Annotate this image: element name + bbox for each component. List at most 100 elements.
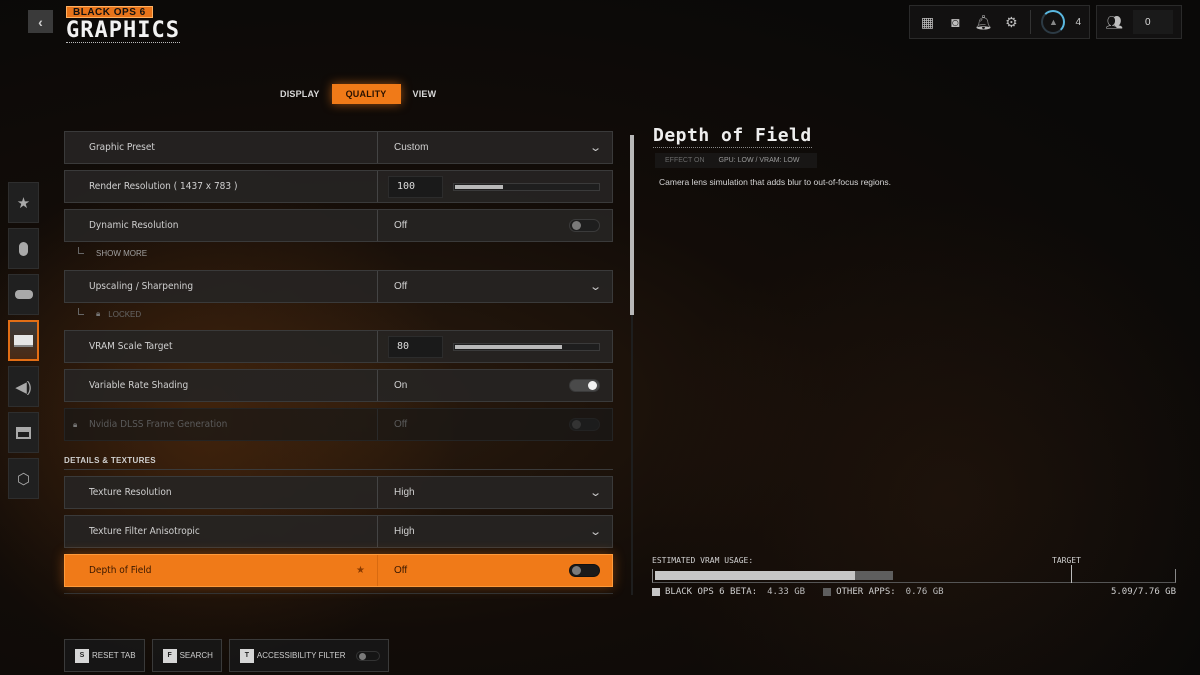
setting-upscaling-sharpening[interactable]: Upscaling / Sharpening Off ⌄ — [64, 270, 613, 303]
vram-bar-other-segment — [855, 571, 893, 580]
legend-swatch-game — [652, 588, 660, 596]
accessibility-filter-toggle[interactable] — [355, 650, 380, 661]
side-nav-interface[interactable] — [8, 412, 39, 453]
side-nav-controller[interactable] — [8, 274, 39, 315]
setting-label: Graphic Preset — [89, 142, 155, 153]
side-nav-graphics[interactable] — [8, 320, 39, 361]
legend-other-value: 0.76 GB — [905, 587, 944, 597]
settings-tabs: DISPLAY QUALITY VIEW — [272, 84, 444, 104]
tab-view[interactable]: VIEW — [405, 85, 445, 103]
legend-game-value: 4.33 GB — [767, 587, 806, 597]
network-icon: ⬡ — [16, 470, 31, 488]
toggle-knob — [572, 221, 581, 230]
toggle-knob — [572, 420, 581, 429]
section-header-details-textures: DETAILS & TEXTURES — [64, 456, 613, 470]
dynamic-resolution-toggle[interactable] — [569, 219, 600, 232]
legend-game-label: BLACK OPS 6 BETA: — [665, 587, 758, 597]
toolbar-group-party: 👥︎ 0 — [1096, 5, 1182, 39]
setting-depth-of-field[interactable]: Depth of Field ★ Off — [64, 554, 613, 587]
vram-scale-slider[interactable] — [453, 342, 600, 351]
toggle-knob — [572, 566, 581, 575]
toggle-knob — [588, 381, 597, 390]
setting-graphic-preset[interactable]: Graphic Preset Custom ⌄ — [64, 131, 613, 164]
party-icon[interactable]: 👥︎ — [1105, 13, 1123, 31]
chevron-down-icon[interactable]: ⌄ — [589, 486, 602, 499]
setting-label: VRAM Scale Target — [89, 341, 173, 352]
vram-bar — [652, 565, 1176, 583]
progress-ring-icon[interactable]: ▲ — [1041, 10, 1066, 34]
setting-label: Depth of Field — [89, 565, 152, 576]
accessibility-filter-label: ACCESSIBILITY FILTER — [256, 651, 346, 660]
page-header: BLACK OPS 6 GRAPHICS — [66, 2, 180, 43]
legend-game: BLACK OPS 6 BETA: 4.33 GB — [652, 587, 805, 597]
effect-on-label: EFFECT ON — [665, 157, 705, 164]
search-label: SEARCH — [179, 651, 213, 660]
vram-total: 5.09/7.76 GB — [1110, 587, 1176, 597]
favorite-star-icon[interactable]: ★ — [356, 565, 365, 576]
vram-scale-input[interactable]: 80 — [388, 335, 443, 358]
setting-vram-scale-target[interactable]: VRAM Scale Target 80 — [64, 330, 613, 363]
setting-detail-panel: Depth of Field EFFECT ON GPU: LOW / VRAM… — [653, 125, 1173, 187]
graphics-monitor-icon — [14, 334, 33, 347]
mouse-icon — [19, 241, 28, 256]
vram-legend: BLACK OPS 6 BETA: 4.33 GB OTHER APPS: 0.… — [652, 587, 1176, 597]
toggle-knob — [358, 652, 366, 660]
side-nav: ★ ◀) ⬡ — [8, 182, 39, 499]
bell-icon[interactable]: 🔔︎ — [974, 13, 993, 31]
lock-icon: 🔒︎ — [96, 309, 101, 318]
reset-tab-button[interactable]: S RESET TAB — [64, 639, 145, 672]
slider-fill — [455, 344, 563, 349]
list-end-divider — [64, 593, 613, 594]
side-nav-audio[interactable]: ◀) — [8, 366, 39, 407]
variable-rate-shading-toggle[interactable] — [569, 379, 600, 392]
setting-label: Texture Resolution — [89, 487, 172, 498]
setting-render-resolution[interactable]: Render Resolution ( 1437 x 783 ) 100 — [64, 170, 613, 203]
tree-corner-icon — [78, 247, 84, 254]
setting-texture-filter-anisotropic[interactable]: Texture Filter Anisotropic High ⌄ — [64, 515, 613, 548]
side-nav-favorites[interactable]: ★ — [8, 182, 39, 223]
slider-fill — [455, 184, 503, 189]
legend-other-label: OTHER APPS: — [836, 587, 896, 597]
grid-menu-icon[interactable]: ▦ — [918, 13, 936, 31]
dlss-frame-generation-toggle — [569, 418, 600, 431]
key-hint: T — [239, 648, 254, 663]
scrollbar-thumb[interactable] — [630, 135, 634, 315]
theater-icon[interactable]: ◙ — [946, 13, 964, 31]
game-logo-badge: BLACK OPS 6 — [66, 6, 153, 18]
setting-label: Dynamic Resolution — [89, 220, 179, 231]
back-button[interactable]: ‹ — [28, 10, 53, 33]
top-right-toolbar: ▦ ◙ 🔔︎ ⚙ ▲ 4 👥︎ 0 — [909, 5, 1182, 39]
depth-of-field-toggle[interactable] — [569, 564, 600, 577]
gear-icon[interactable]: ⚙ — [1002, 13, 1020, 31]
setting-texture-resolution[interactable]: Texture Resolution High ⌄ — [64, 476, 613, 509]
key-hint: S — [75, 648, 89, 663]
setting-label: Render Resolution ( 1437 x 783 ) — [89, 181, 238, 192]
chevron-down-icon[interactable]: ⌄ — [589, 525, 602, 538]
setting-dynamic-resolution[interactable]: Dynamic Resolution Off — [64, 209, 613, 242]
show-more-link[interactable]: SHOW MORE — [78, 247, 147, 258]
tab-display[interactable]: DISPLAY — [272, 85, 328, 103]
chevron-down-icon[interactable]: ⌄ — [589, 141, 602, 154]
tree-corner-icon — [78, 307, 84, 315]
side-nav-mouse-keyboard[interactable] — [8, 228, 39, 269]
side-nav-network[interactable]: ⬡ — [8, 458, 39, 499]
tab-quality[interactable]: QUALITY — [331, 84, 401, 104]
detail-description: Camera lens simulation that adds blur to… — [659, 177, 891, 187]
legend-swatch-other — [823, 588, 832, 596]
star-icon: ★ — [16, 194, 31, 212]
vram-target-label: TARGET — [1052, 556, 1081, 565]
accessibility-filter-button[interactable]: T ACCESSIBILITY FILTER — [228, 639, 389, 672]
chevron-down-icon[interactable]: ⌄ — [589, 280, 602, 293]
setting-label: Variable Rate Shading — [89, 380, 189, 391]
key-hint: F — [162, 648, 177, 663]
render-resolution-slider[interactable] — [453, 182, 600, 191]
reset-tab-label: RESET TAB — [92, 651, 136, 660]
setting-variable-rate-shading[interactable]: Variable Rate Shading On — [64, 369, 613, 402]
party-count: 0 — [1133, 10, 1173, 34]
chevron-left-icon: ‹ — [38, 13, 43, 30]
search-button[interactable]: F SEARCH — [151, 639, 222, 672]
setting-value: Custom — [394, 142, 429, 153]
bottom-action-bar: S RESET TAB F SEARCH T ACCESSIBILITY FIL… — [64, 639, 389, 672]
render-resolution-input[interactable]: 100 — [388, 175, 443, 198]
setting-value: Off — [394, 281, 408, 292]
